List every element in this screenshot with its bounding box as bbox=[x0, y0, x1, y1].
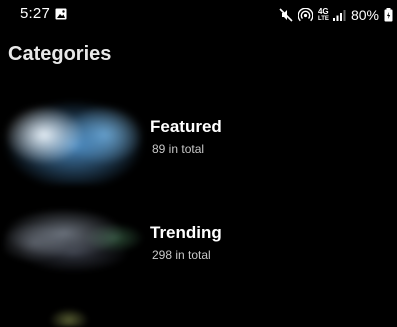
battery-icon bbox=[384, 8, 393, 22]
category-title: Trending bbox=[150, 223, 222, 242]
category-thumbnail bbox=[4, 300, 144, 327]
category-thumbnail bbox=[4, 198, 144, 288]
category-thumbnail bbox=[4, 95, 144, 185]
category-item-featured[interactable]: Featured 89 in total bbox=[0, 95, 397, 195]
signal-icon bbox=[332, 10, 346, 21]
category-title: Featured bbox=[150, 117, 222, 136]
network-type: 4G LTE bbox=[317, 6, 329, 23]
page-title: Categories bbox=[8, 43, 112, 65]
battery-percentage: 80% bbox=[350, 7, 379, 23]
network-type-bottom: LTE bbox=[317, 15, 329, 22]
status-bar: 5:27 4G LTE 80% bbox=[0, 0, 397, 30]
category-count: 89 in total bbox=[152, 142, 205, 156]
gallery-icon bbox=[55, 8, 67, 20]
network-type-top: 4G bbox=[317, 6, 329, 16]
category-count: 298 in total bbox=[152, 248, 211, 262]
hotspot-icon bbox=[297, 7, 313, 21]
category-item-partial[interactable] bbox=[0, 300, 397, 327]
category-item-trending[interactable]: Trending 298 in total bbox=[0, 198, 397, 298]
mute-icon bbox=[279, 8, 293, 22]
status-icons: 4G LTE 80% bbox=[279, 6, 393, 24]
status-time: 5:27 bbox=[20, 5, 50, 22]
